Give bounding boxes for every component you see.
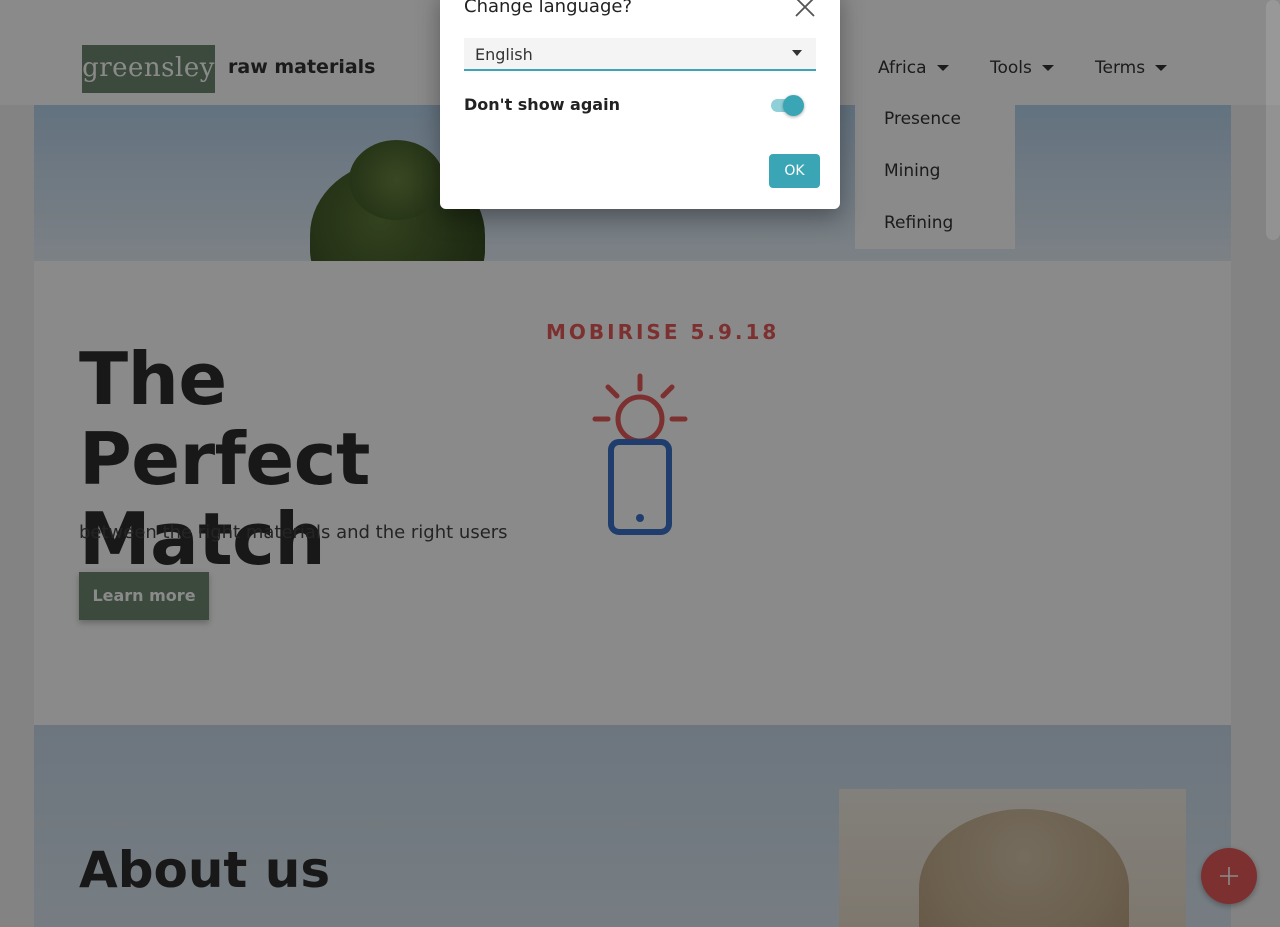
dont-show-again-toggle[interactable] — [771, 93, 807, 117]
language-select[interactable]: English — [464, 38, 816, 71]
dont-show-again-label: Don't show again — [464, 95, 620, 114]
close-icon[interactable] — [792, 0, 818, 20]
page-scrollbar[interactable] — [1266, 0, 1280, 240]
toggle-knob — [783, 95, 804, 116]
change-language-dialog: Change language? English Don't show agai… — [440, 0, 840, 209]
ok-button[interactable]: OK — [769, 154, 820, 188]
language-select-value: English — [475, 45, 533, 64]
dialog-title: Change language? — [464, 0, 632, 17]
caret-down-icon — [792, 50, 802, 56]
